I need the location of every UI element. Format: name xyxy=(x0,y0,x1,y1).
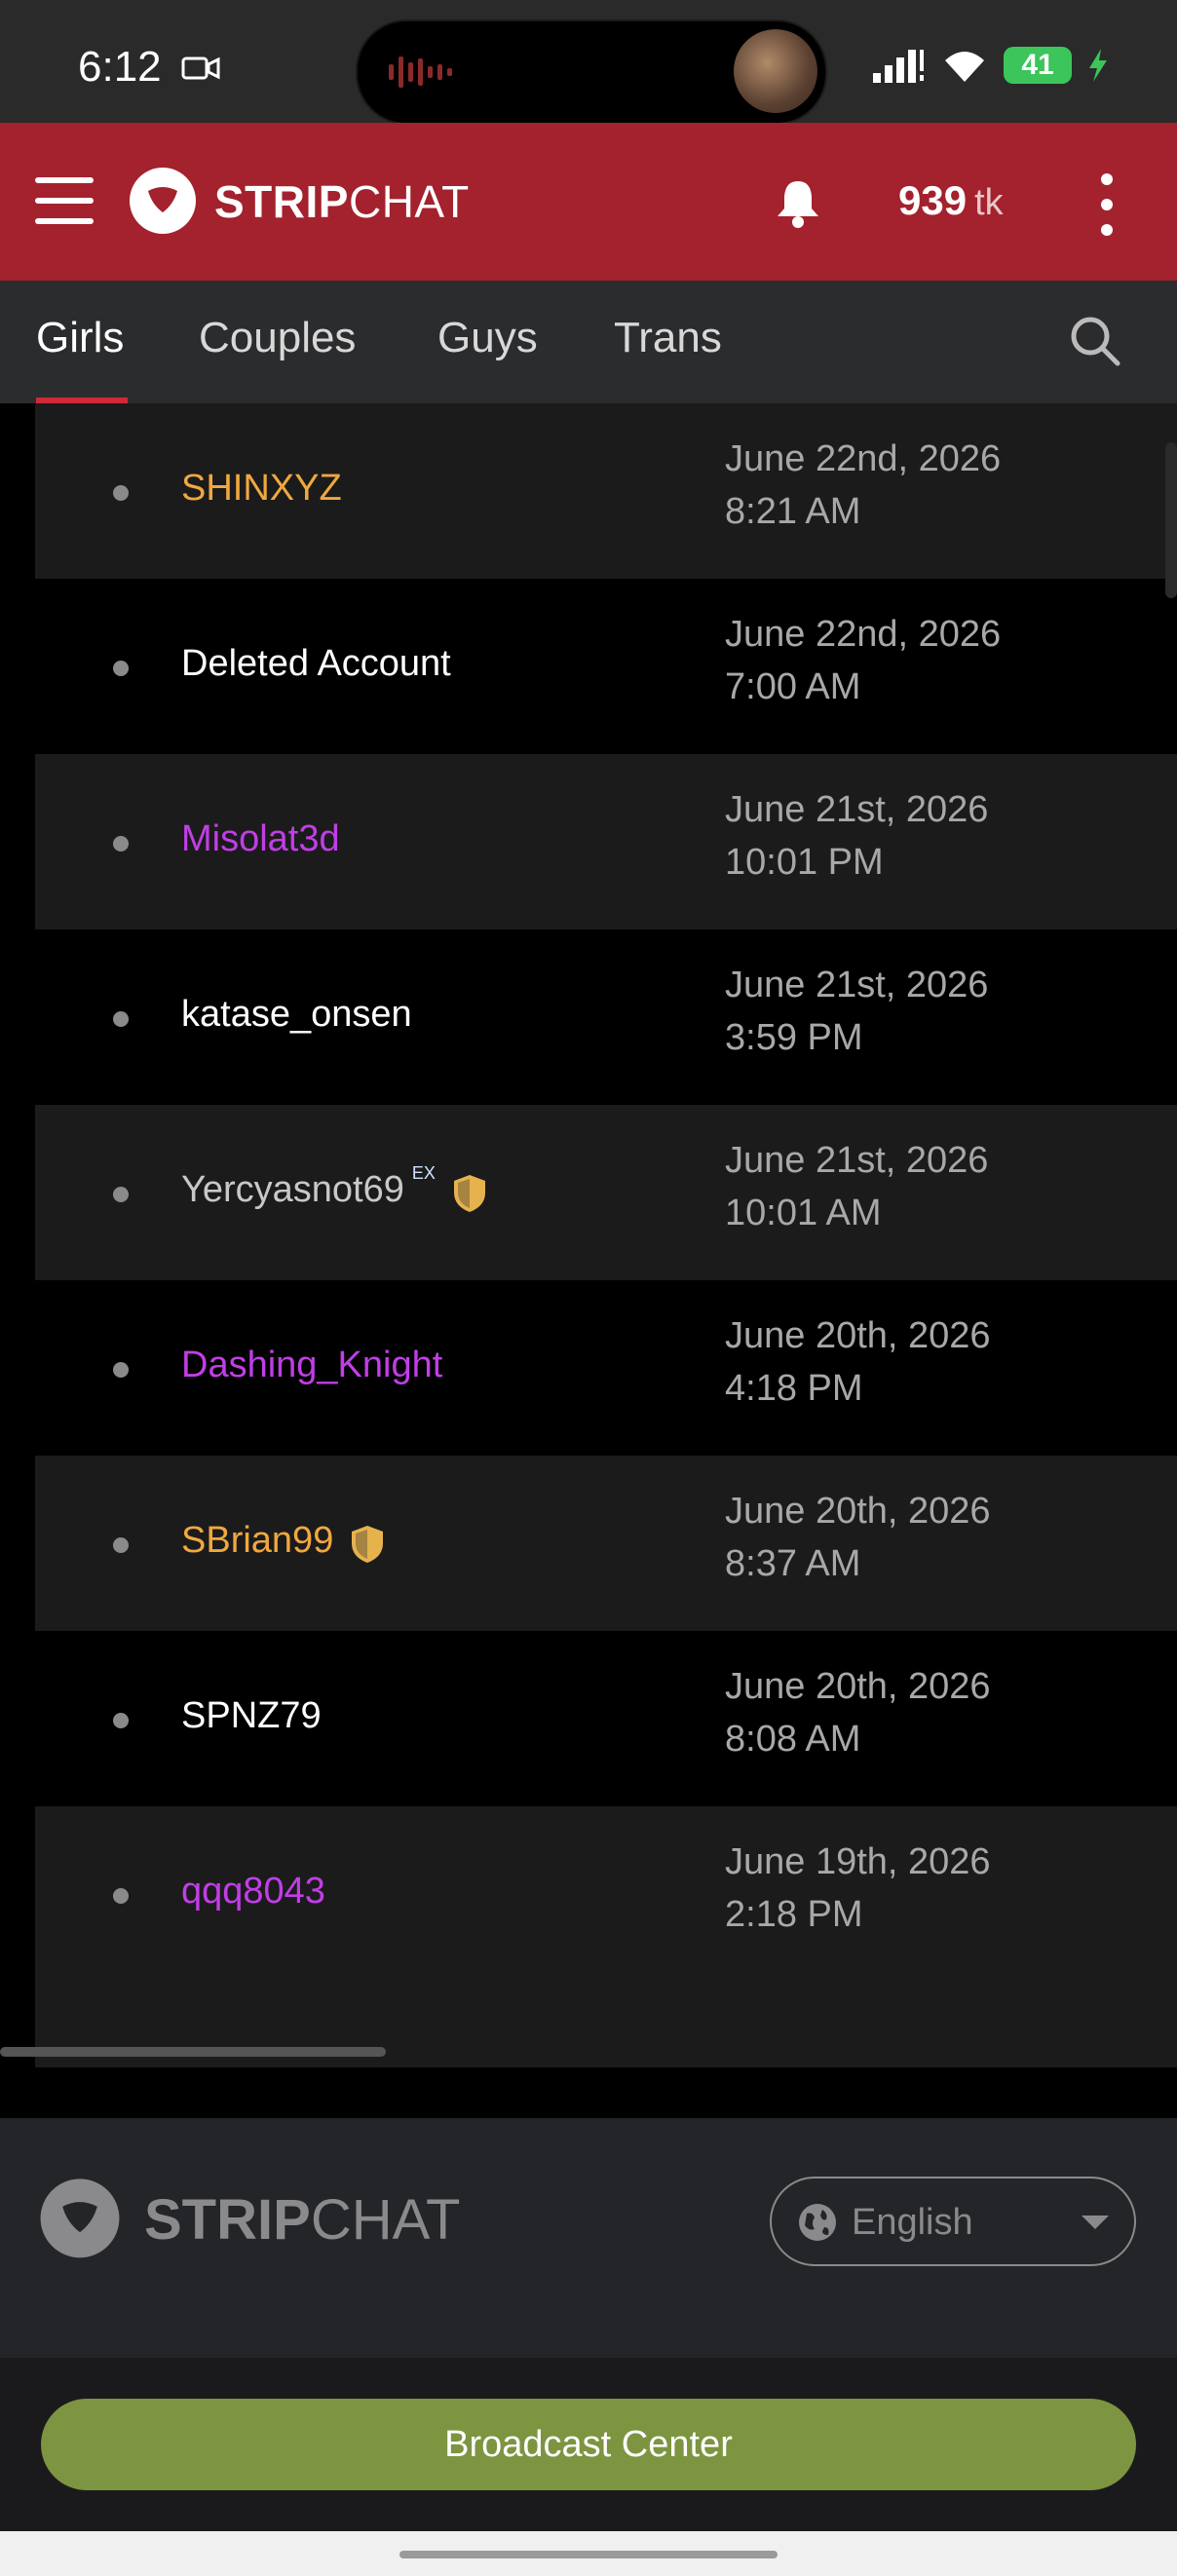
brand-name: STRIPCHAT xyxy=(214,176,470,227)
bullet-dot xyxy=(113,1537,129,1553)
list-item[interactable]: Deleted Account June 22nd, 2026 7:00 AM xyxy=(35,579,1177,754)
tab-trans[interactable]: Trans xyxy=(614,314,722,362)
language-select[interactable]: English xyxy=(770,2177,1136,2266)
list-item[interactable]: SPNZ79 June 20th, 2026 8:08 AM xyxy=(35,1631,1177,1806)
shield-icon xyxy=(453,1175,485,1212)
bullet-dot xyxy=(113,485,129,501)
bullet-dot xyxy=(113,1187,129,1202)
bullet-dot xyxy=(113,1713,129,1728)
island-avatar xyxy=(734,29,817,113)
list-item[interactable]: qqq8043 June 19th, 2026 2:18 PM xyxy=(35,1806,1177,1982)
username[interactable]: SHINXYZ xyxy=(181,468,342,510)
status-time: 6:12 xyxy=(78,43,162,91)
broadcast-center-button[interactable]: Broadcast Center xyxy=(41,2399,1136,2490)
username[interactable]: Misolat3d xyxy=(181,818,340,860)
username[interactable]: SPNZ79 xyxy=(181,1695,322,1737)
list-item[interactable]: SHINXYZ June 22nd, 2026 8:21 AM xyxy=(35,403,1177,579)
category-tabs: Girls Couples Guys Trans xyxy=(0,281,1177,403)
more-options-icon[interactable] xyxy=(1101,173,1117,249)
dynamic-island xyxy=(356,19,827,125)
video-camera-icon xyxy=(181,57,220,80)
token-balance[interactable]: 939 tk xyxy=(898,177,1004,224)
timestamp: June 20th, 2026 8:08 AM xyxy=(725,1666,991,1760)
footer-brand-name: STRIPCHAT xyxy=(144,2187,461,2252)
timestamp: June 22nd, 2026 7:00 AM xyxy=(725,614,1002,707)
status-bar: 6:12 41 xyxy=(0,0,1177,125)
stripchat-logo-icon xyxy=(40,2178,120,2258)
list-item[interactable]: SBrian99 June 20th, 2026 8:37 AM xyxy=(35,1456,1177,1631)
timestamp: June 21st, 2026 10:01 AM xyxy=(725,1140,989,1233)
brand-logo[interactable]: STRIPCHAT xyxy=(127,166,470,238)
signal-icon xyxy=(873,50,924,83)
username[interactable]: Yercyasnot69 EX xyxy=(181,1163,488,1214)
search-icon[interactable] xyxy=(1068,314,1122,368)
chevron-down-icon xyxy=(1082,2216,1109,2229)
tab-couples[interactable]: Couples xyxy=(199,314,356,362)
horizontal-scrollbar[interactable] xyxy=(0,2047,386,2057)
gesture-bar xyxy=(0,2531,1177,2576)
charging-icon xyxy=(1089,49,1107,82)
bullet-dot xyxy=(113,1362,129,1378)
app-header: STRIPCHAT 939 tk xyxy=(0,123,1177,281)
username[interactable]: qqq8043 xyxy=(181,1871,325,1913)
username[interactable]: SBrian99 xyxy=(181,1520,386,1565)
stripchat-logo-icon xyxy=(130,168,196,234)
footer-brand-logo[interactable]: STRIPCHAT xyxy=(35,2177,460,2262)
user-list: SHINXYZ June 22nd, 2026 8:21 AM Deleted A… xyxy=(35,403,1177,2067)
timestamp: June 20th, 2026 8:37 AM xyxy=(725,1491,991,1584)
bottom-bar: Broadcast Center xyxy=(0,2358,1177,2531)
home-indicator[interactable] xyxy=(399,2551,778,2558)
bullet-dot xyxy=(113,836,129,852)
audio-wave-icon xyxy=(389,57,452,88)
battery-indicator: 41 xyxy=(1004,47,1072,84)
timestamp: June 19th, 2026 2:18 PM xyxy=(725,1841,991,1935)
tab-girls[interactable]: Girls xyxy=(36,314,124,362)
timestamp: June 21st, 2026 10:01 PM xyxy=(725,789,989,883)
list-item[interactable]: Dashing_Knight June 20th, 2026 4:18 PM xyxy=(35,1280,1177,1456)
system-icons: 41 xyxy=(871,47,1109,84)
tab-guys[interactable]: Guys xyxy=(437,314,538,362)
username[interactable]: Dashing_Knight xyxy=(181,1345,442,1386)
footer: STRIPCHAT English xyxy=(0,2118,1177,2358)
bullet-dot xyxy=(113,1888,129,1904)
username[interactable]: katase_onsen xyxy=(181,994,412,1036)
vertical-scrollbar[interactable] xyxy=(1165,442,1177,598)
wifi-icon xyxy=(945,52,984,82)
language-value: English xyxy=(852,2202,973,2243)
bell-icon[interactable] xyxy=(776,177,820,228)
globe-icon xyxy=(799,2204,836,2241)
username[interactable]: Deleted Account xyxy=(181,643,451,685)
shield-icon xyxy=(352,1526,384,1563)
list-item[interactable]: Yercyasnot69 EX June 21st, 2026 10:01 AM xyxy=(35,1105,1177,1280)
timestamp: June 21st, 2026 3:59 PM xyxy=(725,965,989,1058)
menu-icon[interactable] xyxy=(35,177,94,224)
timestamp: June 22nd, 2026 8:21 AM xyxy=(725,438,1002,532)
list-item[interactable]: katase_onsen June 21st, 2026 3:59 PM xyxy=(35,929,1177,1105)
list-item[interactable]: Misolat3d June 21st, 2026 10:01 PM xyxy=(35,754,1177,929)
timestamp: June 20th, 2026 4:18 PM xyxy=(725,1315,991,1409)
ex-badge: EX xyxy=(411,1163,436,1183)
bullet-dot xyxy=(113,661,129,676)
bullet-dot xyxy=(113,1011,129,1027)
